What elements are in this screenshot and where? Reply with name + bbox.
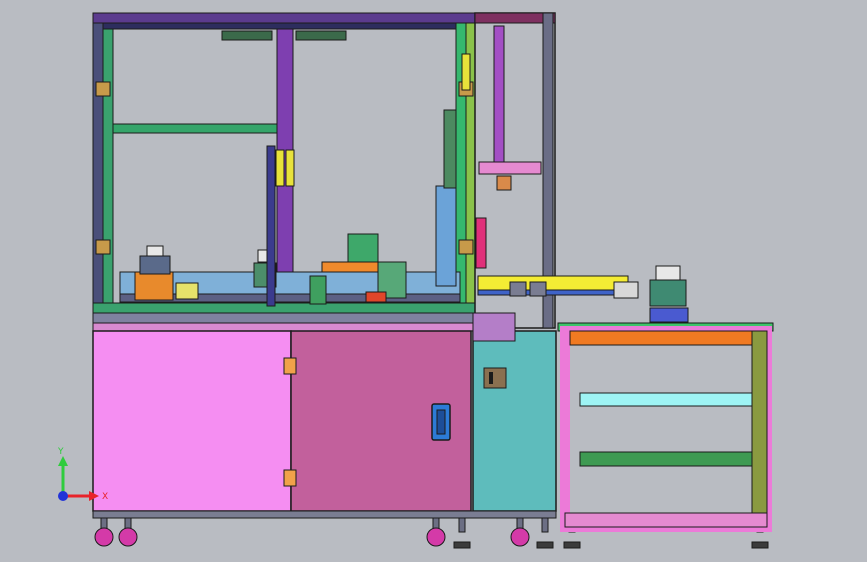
- caster-stem: [541, 517, 549, 533]
- bracket: [458, 239, 474, 255]
- bracket: [95, 81, 111, 97]
- sensor-column-inner: [443, 109, 457, 189]
- cart-panel-top: [569, 330, 763, 346]
- leveling-foot: [453, 541, 471, 549]
- conveyor-block: [509, 281, 527, 297]
- conveyor-block: [529, 281, 547, 297]
- door-handle-inner: [436, 409, 446, 435]
- station-top: [146, 245, 164, 257]
- tower-bracket: [475, 217, 487, 269]
- fixture-top: [655, 265, 681, 281]
- frame-bottom-rail: [92, 302, 476, 314]
- side-cabinet: [472, 330, 557, 512]
- cabinet-top: [92, 322, 474, 332]
- cart-shelf: [579, 392, 753, 407]
- caster-wheel: [510, 527, 530, 547]
- conveyor-belt-edge: [477, 289, 629, 296]
- caster-wheel: [426, 527, 446, 547]
- x-axis-label: X: [102, 492, 108, 502]
- cart-leg: [751, 330, 768, 528]
- leveling-foot: [563, 541, 581, 549]
- lift-gripper: [496, 175, 512, 191]
- press-stand: [309, 275, 327, 305]
- caster-wheel: [118, 527, 138, 547]
- power-switch[interactable]: [483, 367, 507, 389]
- lower-cabinet: [92, 312, 557, 519]
- power-switch-slot: [489, 372, 493, 384]
- press-arm: [347, 233, 379, 265]
- cad-viewport[interactable]: Y X: [0, 0, 867, 562]
- station-cam: [175, 282, 199, 300]
- side-conveyor: [477, 275, 639, 299]
- cabinet-door-left[interactable]: [92, 330, 292, 512]
- conveyor-end-roller: [613, 281, 639, 299]
- top-mount: [221, 30, 273, 41]
- frame-base-plate: [92, 312, 476, 324]
- sensor-column: [435, 185, 457, 287]
- lift-rod: [493, 25, 505, 165]
- cart-shelf: [579, 451, 753, 467]
- fixture-body: [649, 279, 687, 307]
- machine-assembly-model: Y X: [0, 0, 867, 562]
- conveyor-belt: [477, 275, 629, 291]
- triad-origin: [58, 491, 68, 501]
- leveling-foot: [751, 541, 769, 549]
- caster-stem: [458, 517, 466, 533]
- cabinet-base: [92, 510, 557, 519]
- bracket: [95, 239, 111, 255]
- frame-top-rail: [92, 12, 476, 24]
- frame-post-left-inner: [102, 12, 114, 326]
- lift-plate: [478, 161, 542, 175]
- station-base: [134, 271, 174, 301]
- leveling-foot: [536, 541, 554, 549]
- door-hinge: [283, 357, 297, 375]
- side-cabinet-top: [472, 312, 516, 342]
- frame-post-left: [92, 12, 104, 326]
- press-plate: [321, 261, 387, 273]
- latch: [461, 53, 471, 91]
- fixture-base: [649, 307, 689, 323]
- station-body: [139, 255, 171, 275]
- top-mount: [295, 30, 347, 41]
- frame-mid-rail: [112, 123, 278, 134]
- conveyor-post: [266, 145, 276, 307]
- cart-bottom: [564, 512, 768, 528]
- caster-wheel: [94, 527, 114, 547]
- y-axis-label: Y: [57, 447, 64, 457]
- latch: [275, 149, 285, 187]
- frame-top-rail-inner: [102, 22, 457, 30]
- door-hinge: [283, 469, 297, 487]
- red-part: [365, 291, 387, 303]
- latch: [285, 149, 295, 187]
